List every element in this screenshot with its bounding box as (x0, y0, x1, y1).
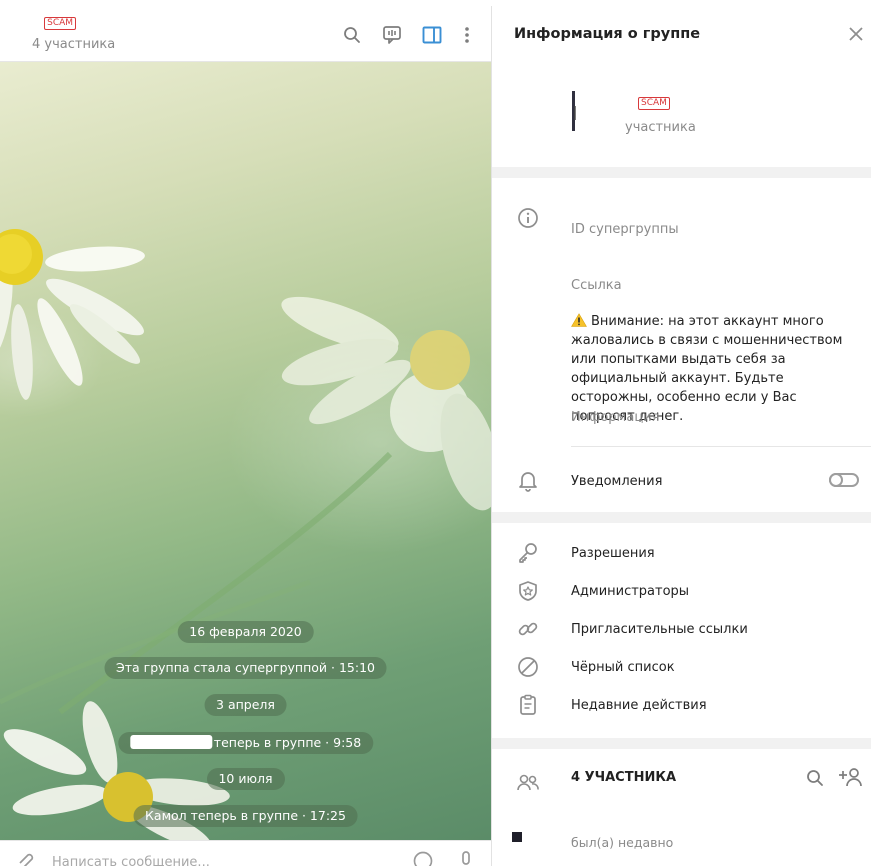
member-avatar[interactable] (510, 818, 538, 846)
group-summary-block: Информация о группе SCAM участника (492, 6, 871, 167)
search-members-icon[interactable] (806, 769, 824, 791)
date-separator: 16 февраля 2020 (177, 621, 314, 643)
members-block (492, 749, 871, 866)
group-member-count: участника (625, 120, 696, 135)
warning-icon (571, 313, 587, 327)
group-avatar-redacted[interactable] (512, 86, 612, 136)
search-icon[interactable] (341, 24, 363, 46)
clipboard-icon (516, 693, 540, 717)
key-icon (516, 541, 540, 565)
more-menu-icon[interactable] (456, 24, 478, 46)
menu-item-blacklist[interactable]: Чёрный список (571, 660, 675, 675)
date-separator: 3 апреля (204, 694, 287, 716)
service-message: теперь в группе · 9:58 (117, 732, 374, 754)
section-divider (571, 446, 871, 447)
menu-item-permissions[interactable]: Разрешения (571, 546, 655, 561)
info-icon (516, 206, 540, 230)
members-icon (516, 771, 540, 795)
date-separator: 10 июля (206, 768, 285, 790)
service-message-text: теперь в группе · 9:58 (213, 735, 362, 750)
notifications-label: Уведомления (571, 474, 663, 489)
group-info-panel: Информация о группе SCAM участника ID су… (491, 6, 871, 866)
menu-item-invite-links[interactable]: Пригласительные ссылки (571, 622, 748, 637)
scam-warning-text: Внимание: на этот аккаунт много жаловали… (571, 312, 861, 426)
admin-shield-icon (516, 579, 540, 603)
menu-item-recent-actions[interactable]: Недавние действия (571, 698, 707, 713)
warning-info-label: Информация (571, 410, 660, 425)
group-link-label: Ссылка (571, 278, 622, 293)
voice-chat-icon[interactable] (381, 24, 403, 46)
member-last-seen: был(а) недавно (571, 835, 674, 850)
bell-icon (516, 469, 540, 493)
supergroup-id-label: ID супергруппы (571, 222, 679, 237)
chat-area: SCAM 4 участника 16 февраля 2020 Эта гру… (0, 0, 491, 866)
chat-member-count: 4 участника (32, 37, 116, 52)
message-composer[interactable]: Написать сообщение... (0, 840, 491, 866)
notifications-toggle[interactable] (829, 473, 859, 487)
chat-wallpaper: 16 февраля 2020 Эта группа стала супергр… (0, 62, 491, 840)
microphone-icon[interactable] (460, 851, 472, 866)
members-count-header: 4 УЧАСТНИКА (571, 770, 677, 785)
message-input-placeholder[interactable]: Написать сообщение... (52, 855, 210, 866)
group-management-block: Разрешения Администраторы Пригласительны… (492, 523, 871, 738)
close-icon[interactable] (848, 26, 864, 42)
warning-message: Внимание: на этот аккаунт много жаловали… (571, 314, 843, 424)
chat-header[interactable]: SCAM 4 участника (0, 6, 491, 62)
block-icon (516, 655, 540, 679)
service-message: Эта группа стала супергруппой · 15:10 (104, 657, 387, 679)
scam-badge: SCAM (638, 97, 670, 110)
daisy-wallpaper-art (0, 229, 491, 840)
sidebar-toggle-icon[interactable] (421, 24, 443, 46)
chat-title-row: SCAM (30, 16, 77, 32)
add-member-icon[interactable] (839, 767, 863, 791)
toggle-knob (829, 473, 843, 487)
scam-badge: SCAM (44, 17, 77, 30)
chat-name-redacted (30, 17, 40, 27)
panel-title: Информация о группе (514, 26, 701, 42)
link-icon (516, 617, 540, 641)
group-details-block: ID супергруппы Ссылка Внимание: на этот … (492, 178, 871, 512)
redacted-user-name (129, 735, 212, 749)
emoji-icon[interactable] (413, 851, 433, 866)
attach-icon[interactable] (16, 851, 34, 866)
menu-item-administrators[interactable]: Администраторы (571, 584, 689, 599)
service-message: Камол теперь в группе · 17:25 (133, 805, 358, 827)
